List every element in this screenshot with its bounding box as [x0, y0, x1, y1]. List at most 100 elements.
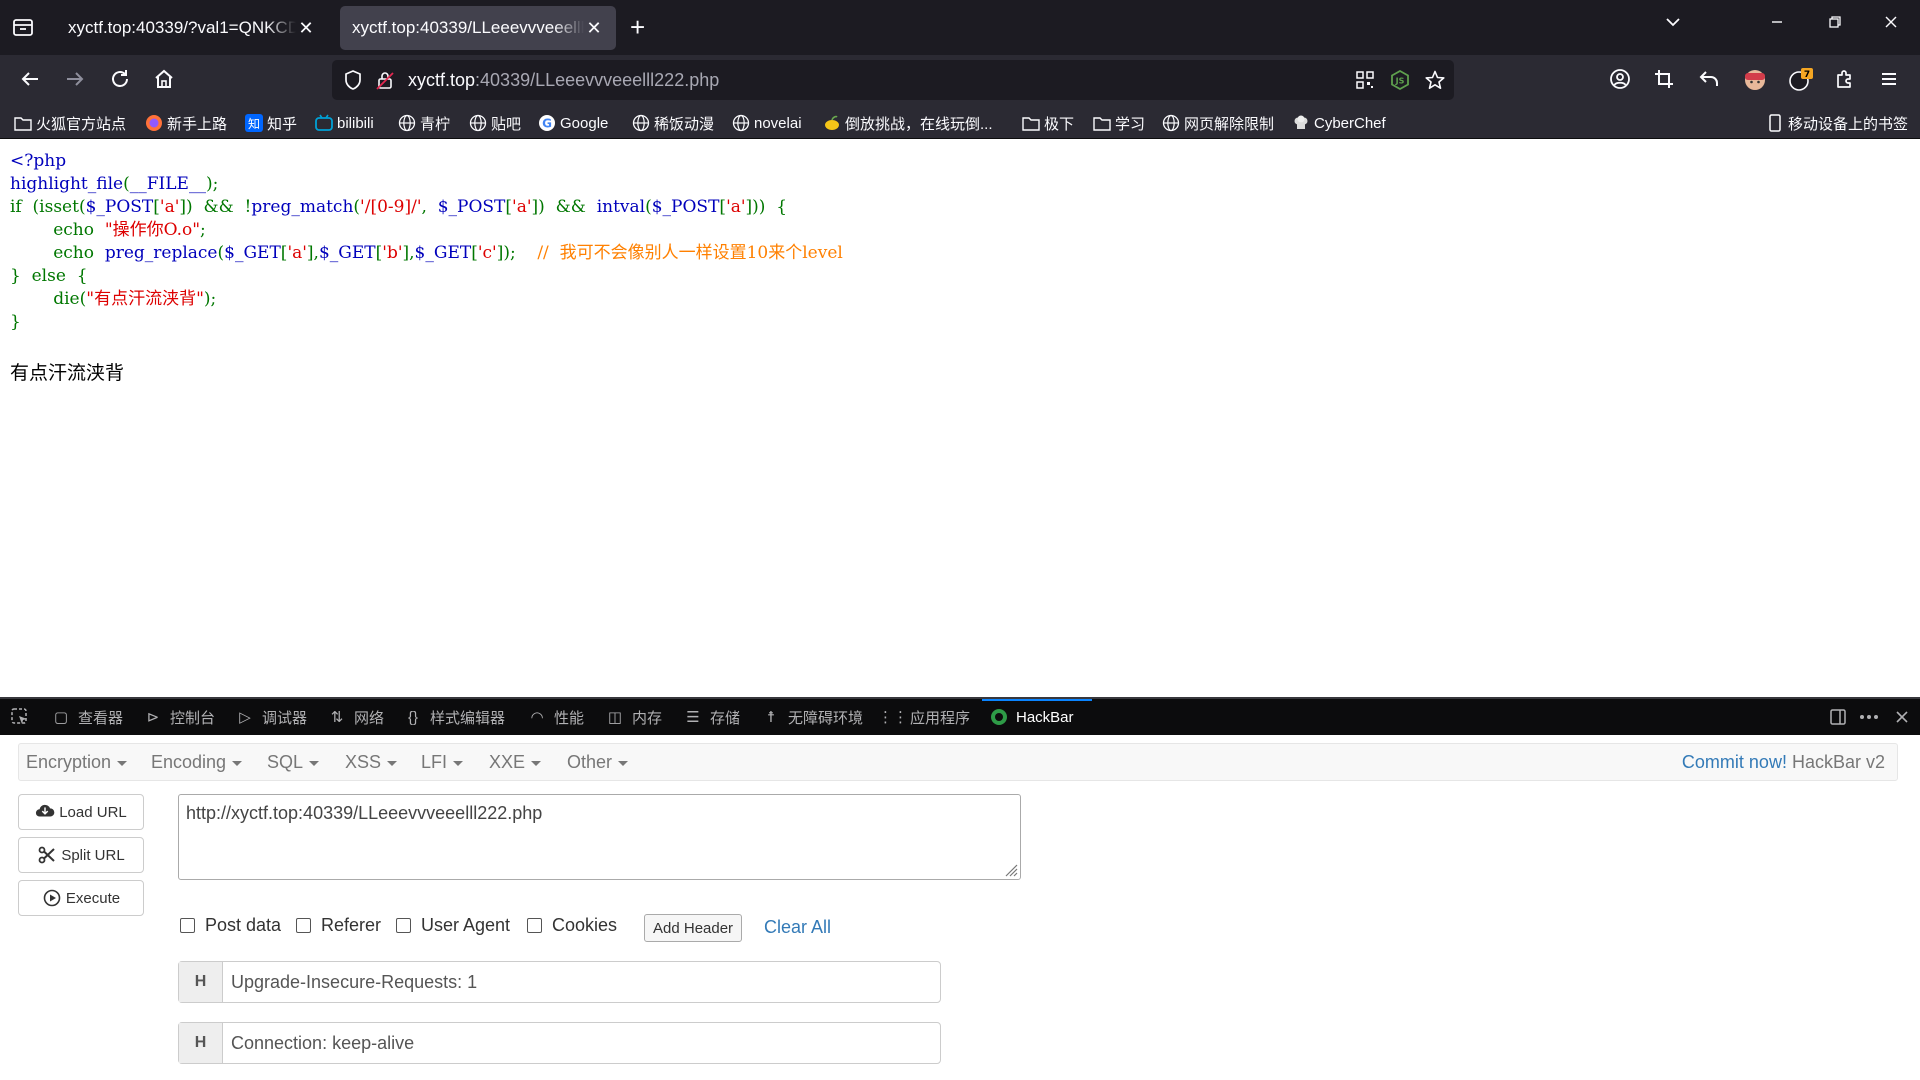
devtools-tab-label: 调试器 — [262, 709, 308, 727]
hackbar-menubar: Encryption Encoding SQL XSS LFI XXE Othe… — [18, 743, 1898, 781]
window-close-icon[interactable] — [1882, 13, 1900, 37]
menu-encoding[interactable]: Encoding — [151, 752, 243, 773]
devtools-tab-debugger[interactable]: ▷ 调试器 — [236, 706, 307, 728]
account-icon[interactable] — [1607, 67, 1633, 93]
mobile-bookmarks[interactable]: 移动设备上的书签 — [1766, 112, 1908, 134]
bookmark-item[interactable]: 知 知乎 — [245, 112, 297, 134]
page-output-text: 有点汗流浃背 — [10, 363, 125, 384]
tab-active[interactable]: xyctf.top:40339/LLeeevvveeelll222.php ✕ — [340, 6, 616, 50]
restore-icon[interactable] — [1826, 13, 1844, 37]
bookmark-item[interactable]: novelai — [732, 112, 802, 134]
devtools-toolbar: ▢ 查看器 ⊳ 控制台 ▷ 调试器 ⇅ 网络 {} 样式编辑器 ◠ 性能 ◫ 内存 ☰ 存储 ☨… — [0, 699, 1920, 735]
devtools-tab-inspector[interactable]: ▢ 查看器 — [52, 706, 123, 728]
devtools-tab-storage[interactable]: ☰ 存储 — [684, 706, 740, 728]
avatar-extension-icon[interactable] — [1742, 67, 1768, 93]
bookmark-item[interactable]: G Google — [538, 112, 608, 134]
checkbox-label: User Agent — [421, 915, 511, 935]
scissors-icon — [37, 845, 57, 865]
more-options-icon[interactable] — [1858, 706, 1880, 728]
header-input[interactable]: Upgrade-Insecure-Requests: 1 — [223, 962, 940, 1002]
bookmark-label: 新手上路 — [167, 115, 228, 133]
clear-all-link[interactable]: Clear All — [764, 917, 831, 938]
user-agent-checkbox[interactable]: User Agent — [396, 915, 510, 936]
address-bar[interactable]: xyctf.top:40339/LLeeevvveeelll222.php JS — [332, 60, 1454, 100]
forward-arrow-icon[interactable] — [62, 67, 88, 93]
back-arrow-icon[interactable] — [17, 67, 43, 93]
tab-inactive[interactable]: xyctf.top:40339/?val1=QNKCDZO ✕ — [56, 6, 328, 50]
checkbox-box[interactable] — [180, 918, 195, 933]
bookmark-star-icon[interactable] — [1424, 69, 1446, 91]
menu-xss[interactable]: XSS — [345, 752, 398, 773]
bookmark-item[interactable]: CyberChef — [1292, 112, 1386, 134]
nodejs-extension-icon[interactable]: JS — [1389, 69, 1411, 91]
chef-icon — [1292, 114, 1310, 132]
devtools-tab-application[interactable]: ⋮⋮ 应用程序 — [878, 706, 970, 728]
devtools-close-icon[interactable] — [1894, 706, 1910, 728]
list-all-tabs-chevron-icon[interactable] — [1664, 13, 1682, 37]
bookmark-item[interactable]: bilibili — [315, 112, 374, 134]
crop-screenshot-icon[interactable] — [1651, 67, 1677, 93]
checkbox-box[interactable] — [296, 918, 311, 933]
referer-checkbox[interactable]: Referer — [296, 915, 381, 936]
minimize-icon[interactable] — [1768, 13, 1786, 37]
caret-down-icon — [117, 760, 128, 766]
execute-button[interactable]: Execute — [18, 880, 144, 916]
load-url-button[interactable]: Load URL — [18, 794, 144, 830]
resize-grip-icon[interactable] — [1004, 863, 1018, 877]
undo-arrow-icon[interactable] — [1696, 67, 1722, 93]
caret-down-icon — [531, 760, 542, 766]
reload-icon[interactable] — [107, 67, 133, 93]
close-icon[interactable]: ✕ — [296, 18, 316, 39]
devtools-tab-memory[interactable]: ◫ 内存 — [606, 706, 662, 728]
bookmark-item[interactable]: 倒放挑战，在线玩倒... — [823, 112, 993, 134]
commit-now-link[interactable]: Commit now! — [1682, 752, 1787, 772]
split-url-button[interactable]: Split URL — [18, 837, 144, 873]
cookies-checkbox[interactable]: Cookies — [527, 915, 617, 936]
add-header-button[interactable]: Add Header — [644, 914, 743, 942]
menu-other[interactable]: Other — [567, 752, 629, 773]
insecure-lock-icon[interactable] — [374, 69, 396, 91]
devtools-tab-performance[interactable]: ◠ 性能 — [528, 706, 584, 728]
menu-encryption[interactable]: Encryption — [26, 752, 128, 773]
menu-xxe[interactable]: XXE — [489, 752, 542, 773]
menu-label: LFI — [421, 752, 448, 772]
globe-icon — [1162, 114, 1180, 132]
post-data-checkbox[interactable]: Post data — [180, 915, 281, 936]
bookmark-item[interactable]: 学习 — [1093, 112, 1145, 134]
devtools-tab-network[interactable]: ⇅ 网络 — [328, 706, 384, 728]
bookmark-item[interactable]: 极下 — [1022, 112, 1074, 134]
shield-icon[interactable] — [342, 69, 364, 91]
bookmark-item[interactable]: 火狐官方站点 — [14, 112, 126, 134]
element-picker-icon[interactable] — [10, 706, 30, 728]
memory-icon: ◫ — [607, 709, 623, 726]
checkbox-box[interactable] — [396, 918, 411, 933]
menu-lfi[interactable]: LFI — [421, 752, 464, 773]
bookmark-label: 火狐官方站点 — [36, 115, 127, 133]
debugger-icon: ▷ — [239, 709, 251, 726]
hamburger-menu-icon[interactable] — [1876, 67, 1902, 93]
new-tab-plus-icon[interactable]: + — [630, 14, 645, 40]
devtools-tab-hackbar[interactable]: HackBar — [990, 706, 1074, 728]
header-input[interactable]: Connection: keep-alive — [223, 1023, 940, 1063]
dock-side-icon[interactable] — [1828, 706, 1848, 728]
bookmark-item[interactable]: 青柠 — [398, 112, 450, 134]
checkbox-box[interactable] — [527, 918, 542, 933]
bookmark-item[interactable]: 新手上路 — [145, 112, 227, 134]
devtools-tab-console[interactable]: ⊳ 控制台 — [144, 706, 215, 728]
devtools-tab-style-editor[interactable]: {} 样式编辑器 — [404, 706, 505, 728]
bookmark-item[interactable]: 贴吧 — [469, 112, 521, 134]
devtools-tab-accessibility[interactable]: ☨ 无障碍环境 — [762, 706, 863, 728]
extensions-puzzle-icon[interactable] — [1832, 67, 1858, 93]
home-icon[interactable] — [151, 67, 177, 93]
hackbar-url-textarea[interactable]: http://xyctf.top:40339/LLeeevvveeelll222… — [178, 794, 1021, 880]
url-text[interactable]: xyctf.top:40339/LLeeevvveeelll222.php — [408, 70, 719, 91]
extension-badge-icon[interactable]: 7 — [1787, 67, 1813, 93]
zhihu-icon: 知 — [245, 114, 263, 132]
bookmark-item[interactable]: 网页解除限制 — [1162, 112, 1274, 134]
qr-code-icon[interactable] — [1354, 69, 1376, 91]
bookmark-item[interactable]: 稀饭动漫 — [632, 112, 714, 134]
close-icon[interactable]: ✕ — [584, 18, 604, 39]
menu-sql[interactable]: SQL — [267, 752, 320, 773]
bookmark-label: CyberChef — [1314, 114, 1386, 132]
tab-overview-icon[interactable] — [12, 16, 34, 38]
